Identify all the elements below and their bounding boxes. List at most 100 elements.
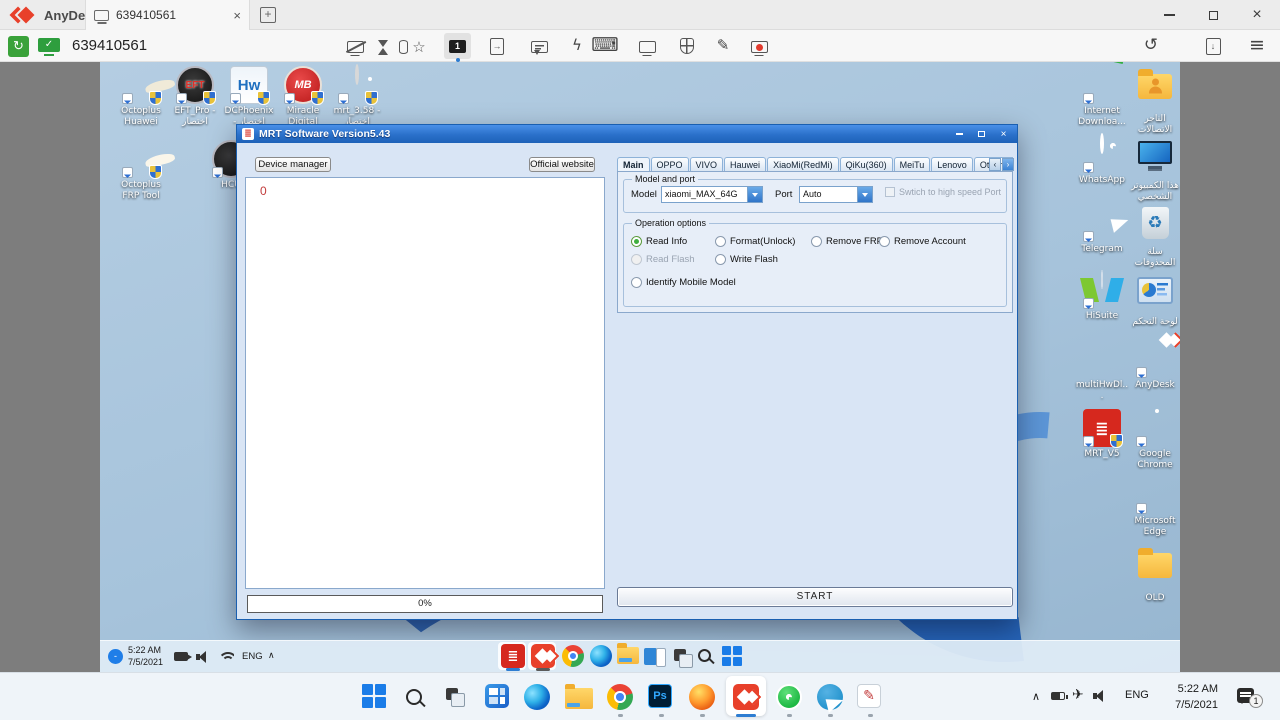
- mrt-maximize-button[interactable]: [973, 128, 990, 141]
- local-taskbar-edge[interactable]: [524, 684, 550, 710]
- tab-main[interactable]: Main: [617, 157, 650, 172]
- desktop-icon-telegram[interactable]: Telegram: [1075, 204, 1129, 255]
- remote-notification-icon[interactable]: -: [108, 649, 123, 664]
- desktop-icon-recycle-bin[interactable]: ♻ سلة المحذوفات: [1128, 204, 1180, 269]
- desktop-icon-this-pc[interactable]: هذا الكمبيوتر الشخصي: [1128, 135, 1180, 203]
- actions-lightning-icon[interactable]: ϟ: [566, 36, 588, 54]
- local-taskbar-whatsapp[interactable]: [776, 684, 802, 710]
- keyboard-icon[interactable]: ⌨: [591, 34, 618, 56]
- privacy-screen-icon[interactable]: [344, 38, 366, 56]
- model-dropdown[interactable]: xiaomi_MAX_64G: [661, 186, 763, 203]
- remote-taskbar-chrome[interactable]: [562, 645, 584, 667]
- permissions-shield-icon[interactable]: [676, 37, 698, 55]
- remote-language-indicator[interactable]: ENG: [242, 651, 263, 662]
- desktop-icon-control-panel[interactable]: لوحة التحكم: [1128, 271, 1180, 328]
- tab-oppo[interactable]: OPPO: [650, 157, 689, 172]
- desktop-icon-anydesk[interactable]: AnyDesk: [1128, 340, 1180, 391]
- desktop-icon-octoplus-frp[interactable]: Octoplus FRP Tool: [114, 140, 168, 202]
- official-website-button[interactable]: Official website: [529, 157, 595, 172]
- desktop-icon-mrt-358[interactable]: mrt_3.58 - اختصار: [330, 64, 384, 128]
- radio-write-flash[interactable]: Write Flash: [715, 253, 778, 266]
- display-settings-icon[interactable]: [636, 38, 658, 56]
- file-transfer-icon[interactable]: →: [486, 37, 508, 55]
- local-task-view-button[interactable]: [444, 686, 470, 712]
- desktop-icon-edge[interactable]: Microsoft Edge: [1128, 476, 1180, 538]
- session-status-icon[interactable]: ↻: [8, 36, 29, 57]
- radio-identify-mobile-model[interactable]: Identify Mobile Model: [631, 276, 736, 289]
- local-taskbar-photoshop[interactable]: Ps: [648, 684, 674, 710]
- remote-speaker-icon[interactable]: [196, 651, 210, 663]
- tab-meitu[interactable]: MeiTu: [893, 157, 931, 172]
- desktop-icon-chrome[interactable]: Google Chrome: [1128, 409, 1180, 471]
- local-taskbar-telegram[interactable]: [817, 684, 843, 710]
- remote-taskbar-edge[interactable]: [590, 645, 612, 667]
- local-taskbar-firefox[interactable]: [689, 684, 715, 710]
- desktop-icon-dcphoenix[interactable]: Hw DCPhoenix - اختصار: [222, 66, 276, 128]
- session-tab[interactable]: 639410561 ×: [85, 0, 250, 30]
- whiteboard-pen-icon[interactable]: ✎: [712, 36, 734, 54]
- window-maximize-button[interactable]: [1196, 0, 1230, 30]
- mrt-minimize-button[interactable]: [951, 128, 968, 141]
- desktop-icon-miracle[interactable]: MB Miracle Digital: [276, 66, 330, 128]
- tab-xiaomi[interactable]: XiaoMi(RedMi): [767, 157, 839, 172]
- remote-tray-chevron-icon[interactable]: ∧: [268, 651, 275, 661]
- desktop-icon-multihw[interactable]: multiHwDl...: [1075, 340, 1129, 402]
- new-tab-button[interactable]: +: [260, 7, 276, 23]
- high-speed-port-checkbox[interactable]: Swtich to high speed Port: [885, 187, 1001, 197]
- remote-taskbar-search[interactable]: [698, 649, 722, 672]
- window-close-button[interactable]: ×: [1240, 0, 1274, 30]
- local-search-button[interactable]: [406, 689, 432, 715]
- desktop-icon-old-folder[interactable]: OLD: [1128, 545, 1180, 604]
- local-taskbar-explorer[interactable]: [565, 684, 593, 714]
- desktop-icon-whatsapp[interactable]: WhatsApp: [1075, 133, 1129, 186]
- tab-scroll-left-button[interactable]: ‹: [989, 158, 1001, 171]
- local-airplane-mode-icon[interactable]: ✈: [1072, 687, 1084, 703]
- remote-taskbar-mrt[interactable]: ≣: [501, 644, 525, 668]
- remote-clock[interactable]: 5:22 AM 7/5/2021: [128, 645, 163, 668]
- radio-format-unlock[interactable]: Format(Unlock): [715, 235, 795, 248]
- desktop-icon-contacts-folder[interactable]: الناجر الاتصالات: [1128, 66, 1180, 136]
- mrt-titlebar[interactable]: ≣ MRT Software Version5.43 ×: [237, 125, 1017, 143]
- remote-taskbar-start[interactable]: [722, 646, 746, 670]
- local-speaker-icon[interactable]: [1093, 690, 1107, 702]
- local-taskbar-chrome[interactable]: [607, 684, 633, 710]
- local-language-indicator[interactable]: ENG: [1125, 689, 1149, 701]
- remote-camera-icon[interactable]: [174, 652, 192, 661]
- local-taskbar-graphics-tool[interactable]: ✎: [857, 684, 883, 710]
- tab-qiku[interactable]: QiKu(360): [839, 157, 893, 172]
- chat-icon[interactable]: [528, 38, 550, 56]
- local-widgets-button[interactable]: [485, 684, 511, 710]
- tab-huawei[interactable]: Hauwei: [724, 157, 767, 172]
- remote-taskbar-desktops[interactable]: [672, 647, 696, 671]
- device-manager-button[interactable]: Device manager: [255, 157, 331, 172]
- history-icon[interactable]: ↺: [1140, 35, 1162, 55]
- remote-wifi-icon[interactable]: [218, 652, 234, 664]
- local-battery-icon[interactable]: [1051, 692, 1068, 700]
- desktop-icon-octoplus-huawei[interactable]: Octoplus Huawei: [114, 66, 168, 128]
- radio-remove-frp[interactable]: Remove FRP: [811, 235, 883, 248]
- remote-taskbar-anydesk[interactable]: [531, 644, 555, 668]
- main-menu-icon[interactable]: ≡: [1246, 34, 1268, 56]
- window-minimize-button[interactable]: [1152, 0, 1186, 30]
- desktop-icon-idm[interactable]: Internet Downloa...: [1075, 66, 1129, 128]
- tab-lenovo[interactable]: Lenovo: [931, 157, 973, 172]
- radio-read-info[interactable]: Read Info: [631, 235, 687, 248]
- tab-vivo[interactable]: VIVO: [689, 157, 724, 172]
- desktop-icon-hisuite[interactable]: HiSuite: [1075, 270, 1129, 322]
- remote-taskbar-explorer[interactable]: [617, 643, 641, 671]
- local-start-button[interactable]: [362, 684, 388, 710]
- remote-taskbar-task-view[interactable]: [644, 646, 668, 670]
- record-session-icon[interactable]: [748, 38, 770, 56]
- start-button[interactable]: START: [617, 587, 1013, 607]
- tab-scroll-right-button[interactable]: ›: [1002, 158, 1014, 171]
- desktop-icon-mrt-v5[interactable]: ≣ MRT_V5: [1075, 409, 1129, 460]
- local-taskbar-anydesk[interactable]: [733, 684, 759, 710]
- address-book-icon[interactable]: ↓: [1202, 37, 1224, 55]
- radio-remove-account[interactable]: Remove Account: [879, 235, 966, 248]
- log-output-area[interactable]: 0: [245, 177, 605, 589]
- local-tray-chevron-icon[interactable]: ∧: [1032, 690, 1040, 703]
- monitor-1-button[interactable]: 1: [444, 33, 471, 59]
- port-dropdown[interactable]: Auto: [799, 186, 873, 203]
- mrt-close-button[interactable]: ×: [995, 128, 1012, 141]
- local-clock[interactable]: 5:22 AM 7/5/2021: [1162, 682, 1218, 714]
